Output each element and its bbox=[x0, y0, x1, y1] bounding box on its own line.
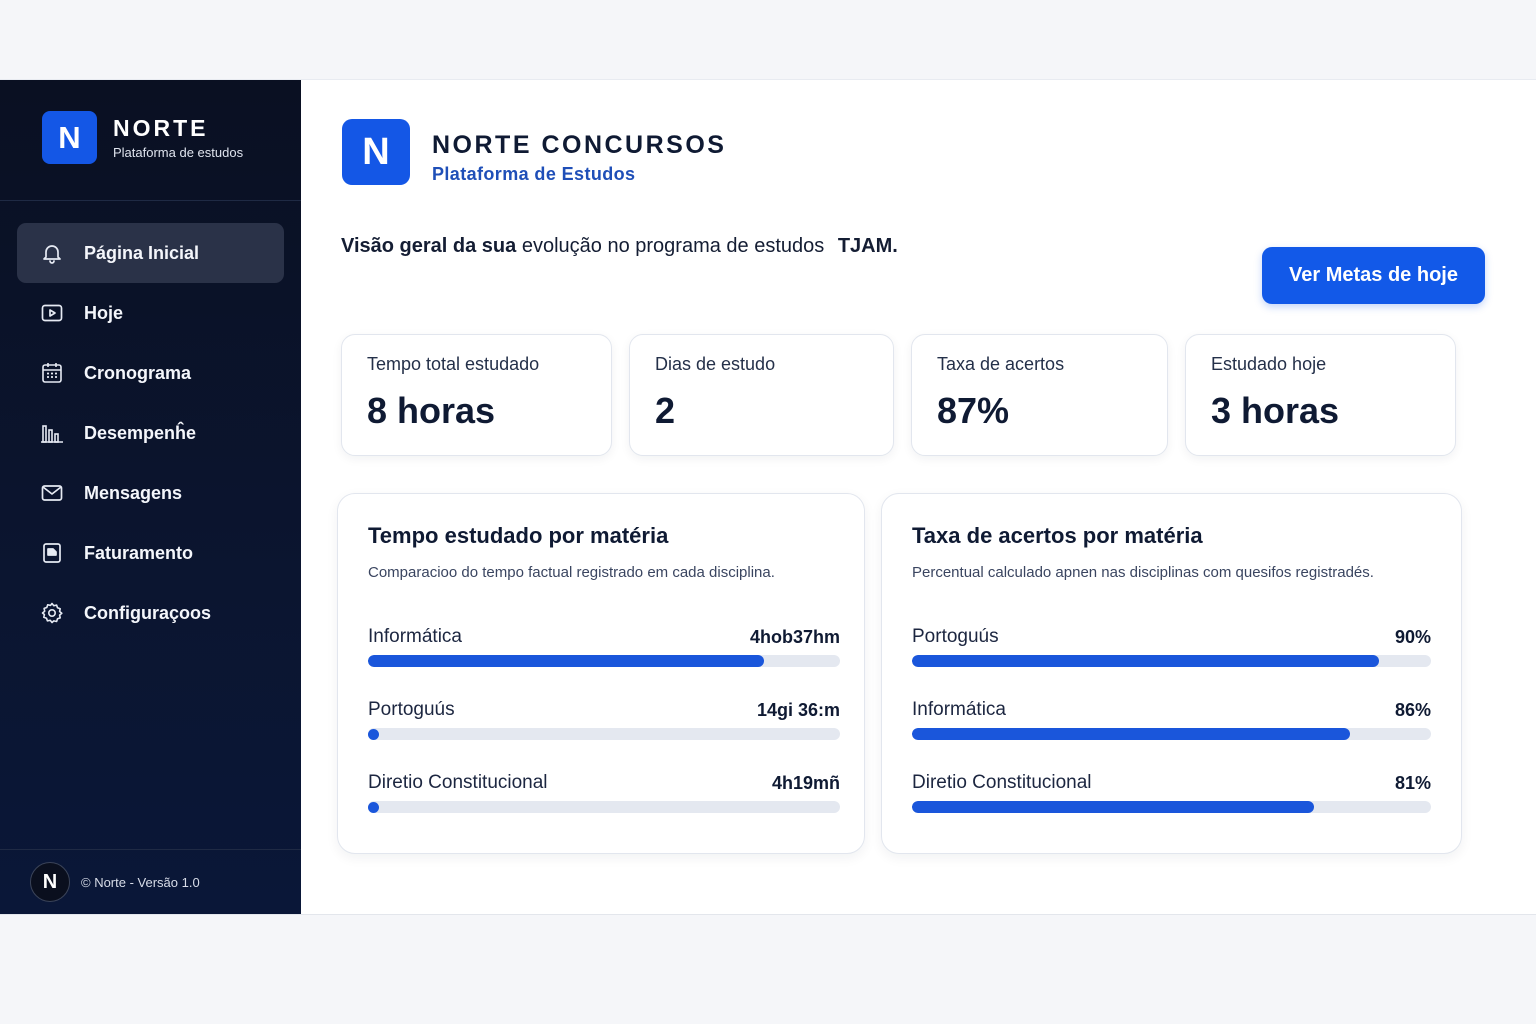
progress-track bbox=[368, 801, 840, 813]
overview-text: Visão geral da sua evolução no programa … bbox=[341, 235, 898, 258]
stat-card-today: Estudado hoje 3 horas bbox=[1185, 334, 1456, 456]
stat-label: Tempo total estudado bbox=[367, 354, 540, 374]
progress-fill bbox=[368, 655, 765, 667]
stat-label: Taxa de acertos bbox=[937, 354, 1065, 374]
view-goals-button[interactable]: Ver Metas de hoje bbox=[1262, 247, 1485, 304]
bell-icon bbox=[39, 240, 65, 266]
stat-value: 3 horas bbox=[1211, 390, 1340, 431]
accuracy-by-subject-card: Taxa de acertos por matéria Percentual c… bbox=[881, 493, 1462, 854]
progress-track bbox=[912, 655, 1431, 667]
brand-logo[interactable]: N bbox=[42, 111, 97, 164]
card-title: Taxa de acertos por matéria bbox=[912, 523, 1203, 548]
sidebar-item-mensagens[interactable]: Mensagens bbox=[17, 463, 284, 523]
subject-time: 14gi 36:m bbox=[756, 700, 840, 720]
card-description: Comparacioo do tempo factual registrado … bbox=[368, 564, 775, 581]
overview-bold: Visão geral da sua bbox=[341, 235, 517, 257]
play-square-icon bbox=[39, 300, 65, 326]
stat-value: 8 horas bbox=[367, 390, 496, 431]
sidebar-item-label: Desempenĥe bbox=[84, 422, 197, 443]
subject-rate: 81% bbox=[1394, 773, 1431, 793]
stat-label: Dias de estudo bbox=[655, 354, 776, 374]
sidebar-item-cronograma[interactable]: Cronograma bbox=[17, 343, 284, 403]
progress-fill bbox=[912, 801, 1315, 813]
sidebar-item-label: Página Inicial bbox=[84, 242, 200, 263]
invoice-icon bbox=[39, 540, 65, 566]
progress-fill bbox=[912, 728, 1350, 740]
sidebar-item-label: Faturamento bbox=[84, 542, 194, 563]
progress-track bbox=[912, 801, 1431, 813]
subject-name: Portoguús bbox=[368, 699, 455, 720]
footer-logo: N bbox=[30, 862, 70, 902]
subject-name: Informática bbox=[912, 699, 1006, 720]
mail-icon bbox=[39, 480, 65, 506]
version-text: © Norte - Versão 1.0 bbox=[81, 874, 200, 890]
subject-time: 4hob37hm bbox=[749, 627, 840, 647]
sidebar-item-faturamento[interactable]: Faturamento bbox=[17, 523, 284, 583]
sidebar-item-label: Configuraçoos bbox=[84, 602, 212, 623]
sidebar-item-pagina-inicial[interactable]: Página Inicial bbox=[17, 223, 284, 283]
time-by-subject-card: Tempo estudado por matéria Comparacioo d… bbox=[337, 493, 865, 854]
stat-label: Estudado hoje bbox=[1211, 354, 1327, 374]
sidebar-item-configuracoes[interactable]: Configuraçoos bbox=[17, 583, 284, 643]
bar-chart-icon bbox=[39, 420, 65, 446]
progress-dot bbox=[368, 729, 379, 740]
page-title: NORTE CONCURSOS bbox=[432, 131, 727, 159]
stat-value: 87% bbox=[937, 390, 1010, 431]
sidebar-item-label: Mensagens bbox=[84, 482, 183, 503]
subject-name: Portoguús bbox=[912, 626, 999, 647]
stat-card-study-days: Dias de estudo 2 bbox=[629, 334, 894, 456]
progress-fill bbox=[912, 655, 1380, 667]
subject-name: Informática bbox=[368, 626, 462, 647]
sidebar: N NORTE Plataforma de estudos Página Ini… bbox=[0, 80, 301, 914]
page-subtitle: Plataforma de Estudos bbox=[432, 164, 636, 184]
card-description: Percentual calculado apnen nas disciplin… bbox=[912, 564, 1374, 581]
stat-card-accuracy: Taxa de acertos 87% bbox=[911, 334, 1168, 456]
card-title: Tempo estudado por matéria bbox=[368, 523, 669, 548]
brand-subtitle: Plataforma de estudos bbox=[113, 145, 244, 160]
program-name: TJAM. bbox=[837, 235, 898, 257]
subject-name: Diretio Constitucional bbox=[912, 772, 1092, 793]
calendar-icon bbox=[39, 360, 65, 386]
subject-rate: 86% bbox=[1394, 700, 1431, 720]
stat-card-total-time: Tempo total estudado 8 horas bbox=[341, 334, 612, 456]
sidebar-item-hoje[interactable]: Hoje bbox=[17, 283, 284, 343]
sidebar-footer: N © Norte - Versão 1.0 bbox=[0, 849, 301, 914]
subject-time: 4h19mñ bbox=[771, 773, 840, 793]
stat-value: 2 bbox=[655, 390, 676, 431]
sidebar-item-label: Cronograma bbox=[84, 362, 192, 383]
subject-rate: 90% bbox=[1394, 627, 1431, 647]
header-logo: N bbox=[342, 119, 410, 185]
progress-track bbox=[912, 728, 1431, 740]
brand-name: NORTE bbox=[113, 115, 209, 141]
sidebar-nav: Página Inicial Hoje Cronograma Desempenĥ… bbox=[17, 223, 284, 643]
progress-track bbox=[368, 655, 840, 667]
gear-icon bbox=[39, 600, 65, 626]
sidebar-item-desempenho[interactable]: Desempenĥe bbox=[17, 403, 284, 463]
subject-name: Diretio Constitucional bbox=[368, 772, 548, 793]
progress-track bbox=[368, 728, 840, 740]
overview-rest: evolução no programa de estudos bbox=[516, 235, 830, 257]
app-window: N NORTE Plataforma de estudos Página Ini… bbox=[0, 79, 1536, 915]
progress-dot bbox=[368, 802, 379, 813]
sidebar-item-label: Hoje bbox=[84, 302, 124, 323]
sidebar-brand: N NORTE Plataforma de estudos bbox=[0, 80, 301, 201]
main-content: N NORTE CONCURSOS Plataforma de Estudos … bbox=[301, 80, 1536, 914]
